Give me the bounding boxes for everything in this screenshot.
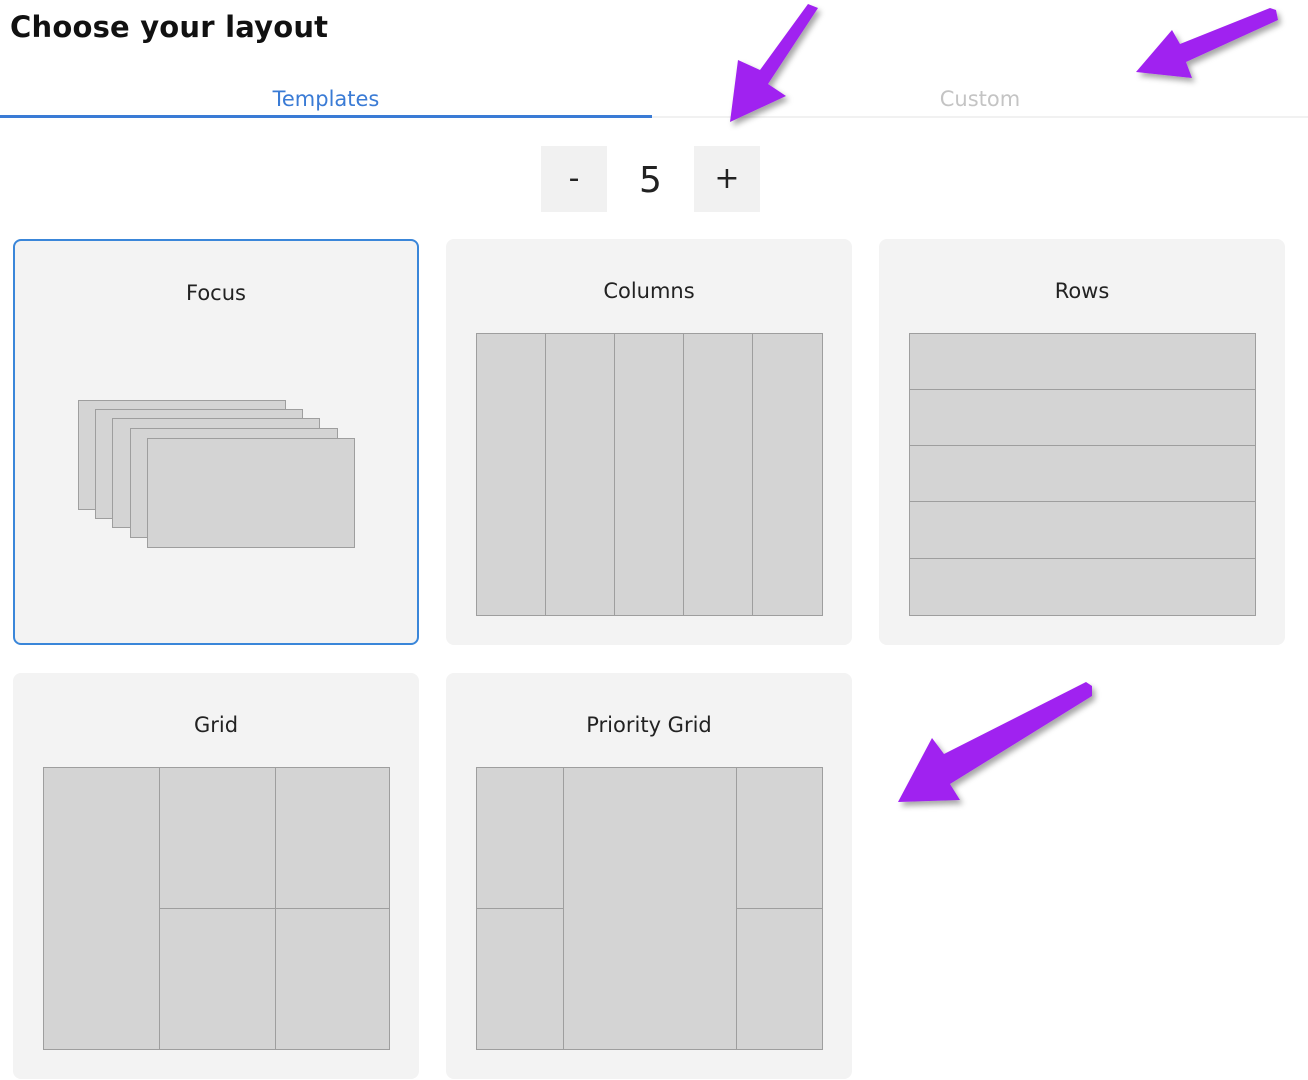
annotation-arrows	[730, 4, 1278, 802]
annotation-arrow-icon	[730, 4, 818, 122]
annotation-arrow-icon	[1136, 8, 1278, 78]
annotation-arrow-icon	[898, 682, 1092, 802]
